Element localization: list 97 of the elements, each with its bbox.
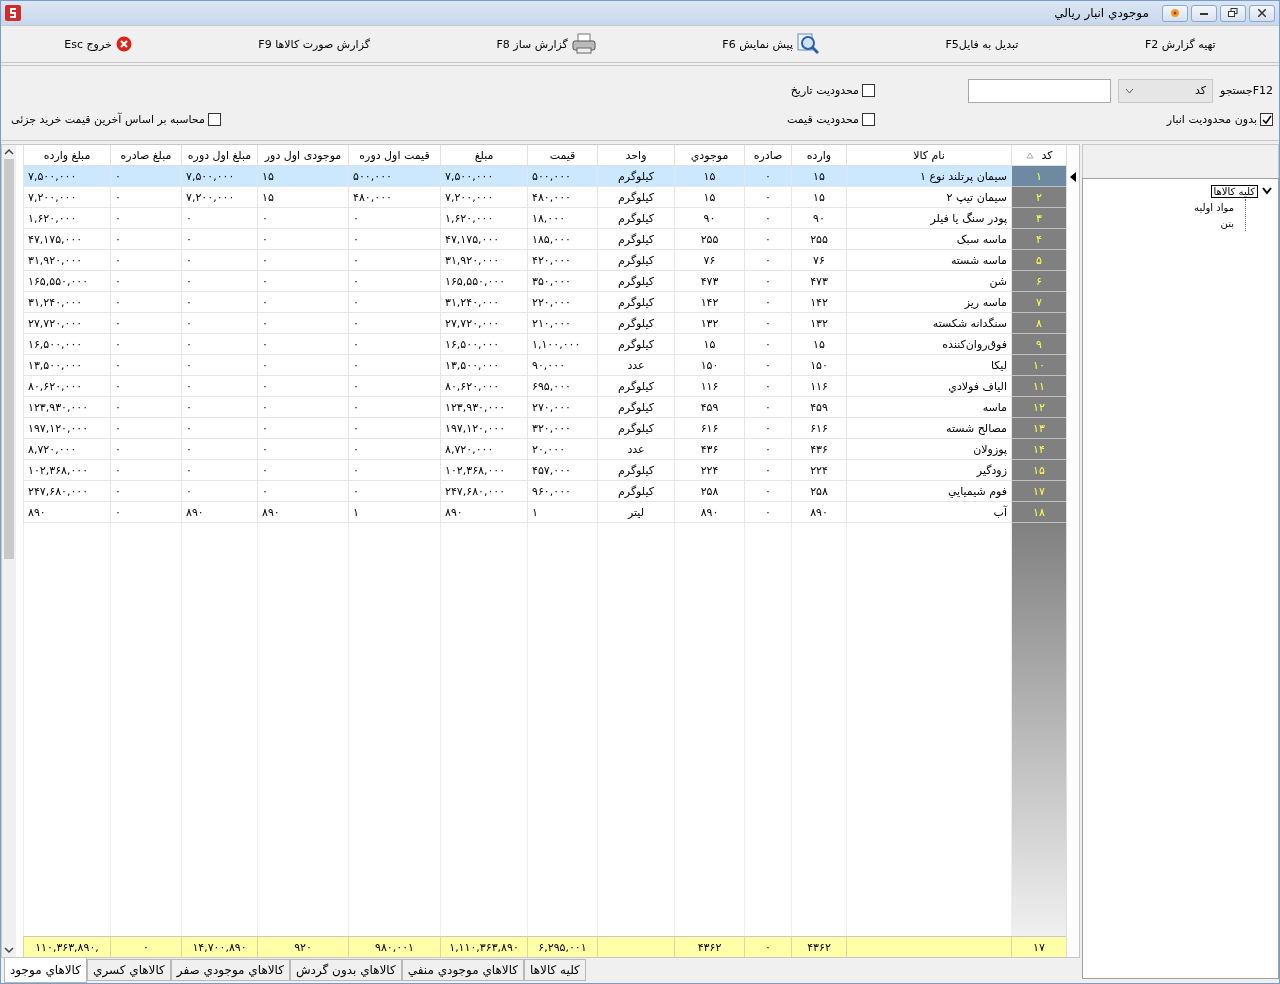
code-cell: ۱۵ (1011, 460, 1066, 481)
table-cell: ۸۹۰ (674, 502, 744, 523)
checkbox-label: محاسبه بر اساس آخرین قیمت خرید جزئی (11, 113, 205, 126)
tree-item[interactable]: کلیه کالاها (1210, 184, 1258, 198)
table-row[interactable]: ۹ فوق‌روان‌کننده ۱۵ ۰ ۱۵ کیلوگرم ۱,۱۰۰,۰۰۰ ۱۶,۵۰۰,۰۰۰ ۰ ۰ ۰ ۰ ۱۶,۵۰۰,۰۰۰ (23, 334, 1066, 355)
table-row[interactable]: ۱۷ فوم شیمیایي ۲۵۸ ۰ ۲۵۸ کیلوگرم ۹۶۰,۰۰۰ ۲۴۷,۶۸۰,۰۰۰ ۰ ۰ ۰ ۰ ۲۴۷,۶۸۰,۰۰۰ (23, 481, 1066, 502)
tab[interactable]: کلیه کالاها (524, 959, 586, 981)
caret-icon (1125, 87, 1134, 94)
code-cell: ۶ (1011, 271, 1066, 292)
total-value: ۰ (765, 940, 771, 954)
total-value: ۰ (143, 940, 149, 954)
code-cell: ۹ (1011, 334, 1066, 355)
table-cell: ۸۹۰ (257, 502, 348, 523)
total-value: ۴۳۶۲ (697, 940, 722, 954)
printer-icon (571, 33, 596, 55)
minimize-icon (1200, 11, 1208, 15)
restore-icon (1228, 8, 1238, 18)
code-cell: ۱۷ (1011, 481, 1066, 502)
close-button[interactable] (1249, 4, 1275, 22)
close-icon (1258, 9, 1266, 17)
checkbox[interactable] (862, 84, 875, 97)
total-value: ۴۳۶۲ (807, 940, 831, 954)
table-row[interactable]: ۳ پودر سنگ یا فیلر ۹۰ ۰ ۹۰ کیلوگرم ۱۸,۰۰۰ ۱,۶۲۰,۰۰۰ ۰ ۰ ۰ ۰ ۱,۶۲۰,۰۰۰ (23, 208, 1066, 229)
chevron-down-icon[interactable] (1262, 187, 1272, 195)
toolbar-button[interactable]: گزارش صورت کالاها F9 (252, 35, 376, 53)
checkbox-label: محدودیت قیمت (786, 113, 859, 126)
restore-button[interactable] (1220, 4, 1246, 22)
table-cell: ۰ (110, 502, 181, 523)
tab[interactable]: کالاهاي موجود (4, 958, 87, 983)
table-row[interactable]: ۲ سیمان تیپ ۲ ۱۵ ۰ ۱۵ کیلوگرم ۴۸۰,۰۰۰ ۷,۲۰۰,۰۰۰ ۴۸۰,۰۰۰ ۱۵ ۷,۲۰۰,۰۰۰ ۰ ۷,۲۰۰,۰۰۰ (23, 187, 1066, 208)
code-cell: ۱۴ (1011, 439, 1066, 460)
code-cell: ۱۲ (1011, 397, 1066, 418)
table-row[interactable]: ۱۰ لیکا ۱۵۰ ۰ ۱۵۰ عدد ۹۰,۰۰۰ ۱۳,۵۰۰,۰۰۰ ۰ ۰ ۰ ۰ ۱۳,۵۰۰,۰۰۰ (23, 355, 1066, 376)
checkbox[interactable] (207, 113, 221, 126)
total-value: ۱۷ (1033, 940, 1045, 954)
total-value: ۹۲۰ (294, 940, 312, 954)
table-row[interactable]: ۵ ماسه شسته ۷۶ ۰ ۷۶ کیلوگرم ۴۲۰,۰۰۰ ۳۱,۹۲۰,۰۰۰ ۰ ۰ ۰ ۰ ۳۱,۹۲۰,۰۰۰ (23, 250, 1066, 271)
search-label: F12جستجو (1219, 84, 1273, 97)
table-cell: ۸۹۰ (181, 502, 257, 523)
magnifier-icon (796, 33, 819, 55)
table-row[interactable]: ۱۵ زودگیر ۲۲۴ ۰ ۲۲۴ کیلوگرم ۴۵۷,۰۰۰ ۱۰۲,۳۶۸,۰۰۰ ۰ ۰ ۰ ۰ ۱۰۲,۳۶۸,۰۰۰ (23, 460, 1066, 481)
table-cell: لیتر (597, 502, 674, 523)
code-cell: ۱۰ (1011, 355, 1066, 376)
checkbox-label: بدون محدودیت انبار (1166, 113, 1257, 126)
table-cell: ۸۹۰ (791, 502, 846, 523)
tab[interactable]: کالاهاي بدون گردش (289, 959, 402, 981)
tree-item[interactable]: بتن (1217, 216, 1237, 230)
checkbox[interactable] (862, 113, 875, 126)
code-cell: ۱۸ (1011, 502, 1066, 523)
code-cell: ۱۳ (1011, 418, 1066, 439)
tree-item[interactable]: مواد اولیه (1191, 200, 1237, 214)
table-cell: ۱ (527, 502, 597, 523)
toolbar-button[interactable]: گزارش ساز F8 (490, 31, 602, 57)
code-cell: ۸ (1011, 313, 1066, 334)
table-row[interactable]: ۱۲ ماسه ۴۵۹ ۰ ۴۵۹ کیلوگرم ۲۷۰,۰۰۰ ۱۲۳,۹۳۰,۰۰۰ ۰ ۰ ۰ ۰ ۱۲۳,۹۳۰,۰۰۰ (23, 397, 1066, 418)
total-value: ,۱۱۰,۳۶۳,۸۹۰ (35, 940, 99, 954)
scrollbar-thumb[interactable] (4, 159, 14, 559)
code-cell: ۱۱ (1011, 376, 1066, 397)
table-row[interactable]: ۱۳ مصالح شسته ۶۱۶ ۰ ۶۱۶ کیلوگرم ۳۲۰,۰۰۰ ۱۹۷,۱۲۰,۰۰۰ ۰ ۰ ۰ ۰ ۱۹۷,۱۲۰,۰۰۰ (23, 418, 1066, 439)
toolbar-button[interactable]: خروج Esc (58, 34, 138, 54)
table-row[interactable]: ۱۴ پوزولان ۴۳۶ ۰ ۴۳۶ عدد ۲۰,۰۰۰ ۸,۷۲۰,۰۰۰ ۰ ۰ ۰ ۰ ۸,۷۲۰,۰۰۰ (23, 439, 1066, 460)
table-cell: ۱ (348, 502, 440, 523)
toolbar-button[interactable]: تبدیل به فایلF5 (939, 35, 1025, 53)
total-value: ۶,۲۹۵,۰۰۱ (538, 940, 587, 954)
total-value: ۱,۱۱۰,۳۶۳,۸۹۰ (449, 940, 519, 954)
table-cell: ۸۹۰ (440, 502, 527, 523)
code-cell: ۱ (1011, 166, 1066, 187)
code-cell: ۴ (1011, 229, 1066, 250)
tab[interactable]: کالاهاي کسري (87, 959, 171, 981)
table-row[interactable]: ۱ سیمان پرتلند نوع ۱ ۱۵ ۰ ۱۵ کیلوگرم ۵۰۰,۰۰۰ ۷,۵۰۰,۰۰۰ ۵۰۰,۰۰۰ ۱۵ ۷,۵۰۰,۰۰۰ ۰ ۷,۵۰۰,۰۰۰ (23, 166, 1066, 187)
code-cell: ۲ (1011, 187, 1066, 208)
total-value: ۱۴,۷۰۰,۸۹۰ (192, 940, 247, 954)
total-value: ۹۸۰,۰۰۱ (375, 940, 414, 954)
minimize-button[interactable] (1191, 4, 1217, 22)
table-row[interactable]: ۴ ماسه سبک ۲۵۵ ۰ ۲۵۵ کیلوگرم ۱۸۵,۰۰۰ ۴۷,۱۷۵,۰۰۰ ۰ ۰ ۰ ۰ ۴۷,۱۷۵,۰۰۰ (23, 229, 1066, 250)
checkbox[interactable] (1260, 113, 1273, 126)
tab[interactable]: کالاهاي موجودي منفي (401, 959, 525, 981)
table-row[interactable]: ۱۸ آب ۸۹۰ ۰ ۸۹۰ لیتر ۱ ۸۹۰ ۱ ۸۹۰ ۸۹۰ ۰ ۸۹۰ (23, 502, 1066, 523)
toolbar-button[interactable]: تهیه گزارش F2 (1138, 35, 1222, 53)
close-icon (115, 36, 132, 52)
search-field[interactable] (968, 78, 1111, 103)
code-cell: ۳ (1011, 208, 1066, 229)
app-logo-icon (5, 5, 21, 21)
window-title: موجودي انبار ريالي (1054, 6, 1149, 20)
code-cell: ۷ (1011, 292, 1066, 313)
search-by-dropdown[interactable]: کد (1118, 78, 1213, 103)
code-cell: ۵ (1011, 250, 1066, 271)
table-cell: ۸۹۰ (23, 502, 110, 523)
checkbox-label: محدودیت تاریخ (790, 84, 859, 97)
toolbar-button[interactable]: پیش نمایش F6 (716, 31, 825, 57)
table-row[interactable]: ۸ سنگدانه شکسته ۱۳۲ ۰ ۱۳۲ کیلوگرم ۲۱۰,۰۰۰ ۲۷,۷۲۰,۰۰۰ ۰ ۰ ۰ ۰ ۲۷,۷۲۰,۰۰۰ (23, 313, 1066, 334)
table-cell: آب (846, 502, 1011, 523)
table-row[interactable]: ۶ شن ۴۷۳ ۰ ۴۷۳ کیلوگرم ۳۵۰,۰۰۰ ۱۶۵,۵۵۰,۰۰۰ ۰ ۰ ۰ ۰ ۱۶۵,۵۵۰,۰۰۰ (23, 271, 1066, 292)
tab[interactable]: کالاهاي موجودي صفر (170, 959, 290, 981)
table-row[interactable]: ۱۱ الیاف فولادي ۱۱۶ ۰ ۱۱۶ کیلوگرم ۶۹۵,۰۰۰ ۸۰,۶۲۰,۰۰۰ ۰ ۰ ۰ ۰ ۸۰,۶۲۰,۰۰۰ (23, 376, 1066, 397)
table-row[interactable]: ۷ ماسه ریز ۱۴۲ ۰ ۱۴۲ کیلوگرم ۲۲۰,۰۰۰ ۳۱,۲۴۰,۰۰۰ ۰ ۰ ۰ ۰ ۳۱,۲۴۰,۰۰۰ (23, 292, 1066, 313)
table-cell: ۰ (744, 502, 791, 523)
